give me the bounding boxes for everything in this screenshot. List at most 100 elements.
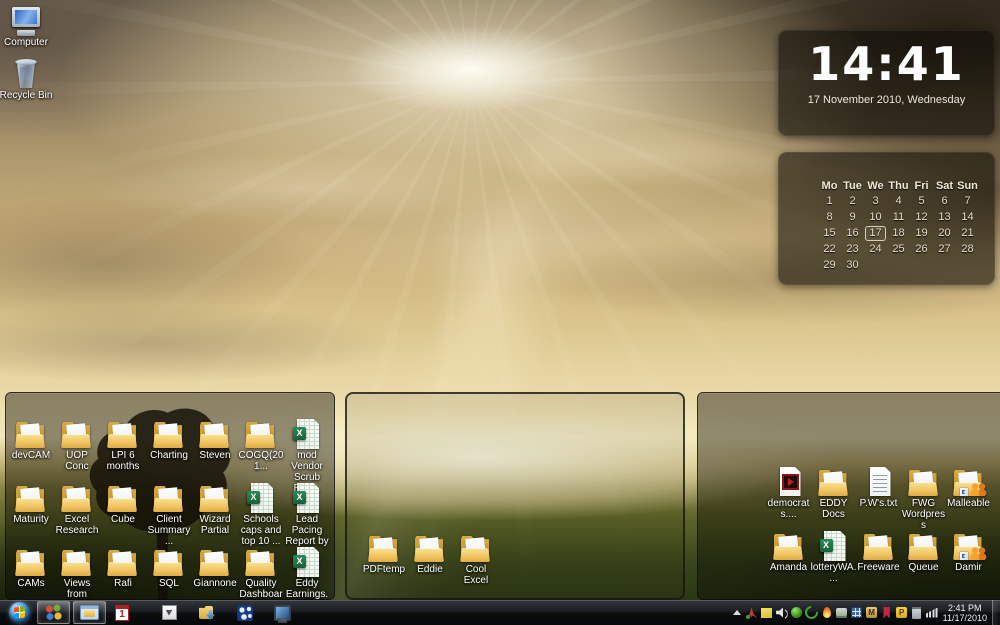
red-antenna-icon[interactable]	[745, 604, 759, 622]
calendar-day: 27	[933, 242, 956, 256]
fence-icon[interactable]: Schools caps and top 10 ...	[238, 483, 284, 547]
m-badge-icon[interactable]	[865, 604, 879, 622]
fence-icon[interactable]: Wizard Partial	[192, 483, 238, 547]
fence-icon[interactable]: LPI 6 months	[100, 419, 146, 483]
fence-icon-label: democrats....	[766, 498, 812, 520]
taskbar-app-notes[interactable]	[156, 601, 182, 624]
calendar-day: 21	[956, 226, 979, 240]
fence-icon[interactable]: Amanda	[766, 531, 811, 595]
fence-icon[interactable]: Lead Pacing Report by ...	[284, 483, 330, 547]
calendar-day: 30	[841, 258, 864, 272]
fence-icon[interactable]: Freeware	[856, 531, 901, 595]
fence-icon-label: Excel Research	[54, 514, 100, 536]
taskbar-app-calendar[interactable]	[109, 601, 135, 624]
taskbar-app-display[interactable]	[269, 601, 295, 624]
folder-icon	[817, 467, 851, 497]
fence-icon[interactable]: FWG Wordpress	[901, 467, 946, 531]
fence-icon-label: Amanda	[770, 562, 807, 573]
blue-map-icon	[237, 605, 253, 621]
fence-icon[interactable]: Cube	[100, 483, 146, 547]
fence-icon[interactable]: Excel Research	[54, 483, 100, 547]
usb-device-icon[interactable]	[835, 604, 849, 622]
network-signal-icon[interactable]	[925, 604, 939, 622]
tray-clock-date: 11/17/2010	[943, 613, 987, 623]
sticky-note-icon[interactable]	[760, 604, 774, 622]
shared-folder-icon	[952, 531, 986, 561]
excel-file-icon	[290, 547, 324, 577]
calendar-day: 18	[887, 226, 910, 240]
clipboard-icon[interactable]	[910, 604, 924, 622]
fence-icon-label: UOP Conc	[54, 450, 100, 472]
hidden-icons-arrow-icon[interactable]	[730, 604, 744, 622]
red-ribbon-icon[interactable]	[880, 604, 894, 622]
calendar-grid: Mo Tue We Thu Fri Sat Sun 1	[818, 180, 979, 272]
start-button[interactable]	[4, 601, 34, 624]
blue-grid-icon[interactable]	[850, 604, 864, 622]
fence-icon[interactable]: COGQ(201...	[238, 419, 284, 483]
folder-icon	[152, 483, 186, 513]
desktop-icon[interactable]: Recycle Bin	[0, 59, 52, 101]
fence-icon-label: COGQ(201...	[238, 450, 284, 472]
download-folder-icon	[197, 605, 215, 620]
calendar-day: 8	[818, 210, 841, 224]
taskbar-app-map[interactable]	[232, 601, 258, 624]
fence-icon[interactable]: UOP Conc	[54, 419, 100, 483]
fence-icon-label: Freeware	[857, 562, 899, 573]
fence-icon[interactable]: mod Vendor Scrub Rep...	[284, 419, 330, 483]
taskbar-app-colorful[interactable]	[37, 601, 70, 624]
speaker-icon[interactable]	[775, 604, 789, 622]
flame-icon[interactable]	[820, 604, 834, 622]
sync-arrows-icon[interactable]	[805, 604, 819, 622]
taskbar-app-downloads[interactable]	[193, 601, 219, 624]
fence-right[interactable]: democrats.... EDDY Docs P.W's.txt FWG Wo…	[697, 392, 1000, 600]
fence-icon[interactable]: democrats....	[766, 467, 811, 531]
taskbar-app-explorer[interactable]	[73, 601, 106, 624]
clock-gadget[interactable]: 14:41 17 November 2010, Wednesday	[778, 30, 995, 136]
calendar-day: 26	[910, 242, 933, 256]
desktop-icon-label: Recycle Bin	[0, 90, 52, 101]
folder-icon	[60, 547, 94, 577]
folder-icon	[907, 467, 941, 497]
fence-left[interactable]: devCAM UOP Conc LPI 6 months Charting	[5, 392, 335, 600]
fence-icon-label: devCAM	[12, 450, 50, 461]
calendar-day	[887, 258, 910, 272]
calendar-day-header: Mo	[818, 180, 841, 192]
fence-icon[interactable]: Damir	[946, 531, 991, 595]
fence-right-grid: democrats.... EDDY Docs P.W's.txt FWG Wo…	[766, 467, 991, 595]
calendar-day-header: We	[864, 180, 887, 192]
folder-icon	[244, 419, 278, 449]
calendar-gadget[interactable]: Mo Tue We Thu Fri Sat Sun 1	[778, 152, 995, 285]
fence-icon[interactable]: Client Summary ...	[146, 483, 192, 547]
fence-icon[interactable]: Malleable	[946, 467, 991, 531]
folder-icon	[862, 531, 896, 561]
fence-icon-label: Charting	[150, 450, 188, 461]
fence-icon[interactable]: Charting	[146, 419, 192, 483]
fence-icon[interactable]: Eddie	[407, 533, 453, 593]
green-circle-icon[interactable]	[790, 604, 804, 622]
fence-icon[interactable]: P.W's.txt	[856, 467, 901, 531]
calendar-day: 20	[933, 226, 956, 240]
desktop-icon[interactable]: Computer	[4, 6, 48, 48]
folder-icon	[152, 547, 186, 577]
fence-middle[interactable]: PDFtemp Eddie Cool Excel	[345, 392, 685, 600]
fence-icon[interactable]: Cool Excel	[453, 533, 499, 593]
folder-icon	[198, 547, 232, 577]
yellow-alert-icon[interactable]	[895, 604, 909, 622]
fence-icon-label: Client Summary ...	[146, 514, 192, 547]
folder-icon	[14, 419, 48, 449]
calendar-day: 3	[864, 194, 887, 208]
calendar-day: 2	[841, 194, 864, 208]
desktop: Computer Recycle Bin 14:41 17 November 2…	[0, 0, 1000, 625]
folder-icon	[106, 419, 140, 449]
fence-icon[interactable]: devCAM	[8, 419, 54, 483]
show-desktop-button[interactable]	[992, 600, 1000, 625]
fence-icon[interactable]: lotteryWA....	[811, 531, 856, 595]
fence-icon[interactable]: Queue	[901, 531, 946, 595]
fence-icon[interactable]: Steven	[192, 419, 238, 483]
fence-icon[interactable]: EDDY Docs	[811, 467, 856, 531]
fence-icon[interactable]: PDFtemp	[361, 533, 407, 593]
calendar-day: 5	[910, 194, 933, 208]
fence-icon[interactable]: Maturity	[8, 483, 54, 547]
tray-clock[interactable]: 2:41 PM 11/17/2010	[943, 603, 987, 623]
taskbar-apps	[0, 600, 295, 625]
